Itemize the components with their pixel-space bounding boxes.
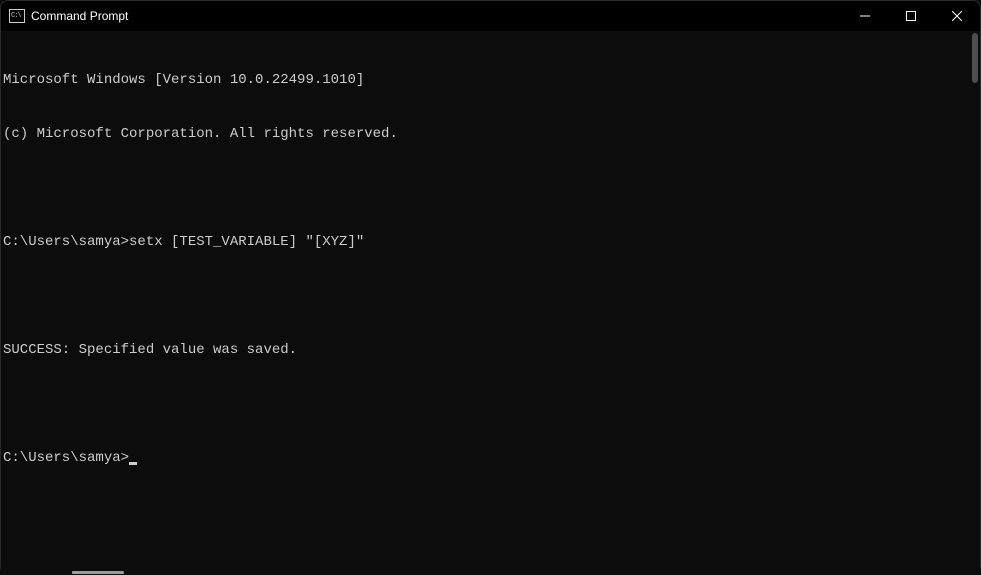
scrollbar[interactable] xyxy=(966,31,980,575)
terminal-line xyxy=(3,395,966,413)
window-title: Command Prompt xyxy=(31,9,128,23)
cmd-icon: C:\ xyxy=(9,9,25,23)
terminal-area: Microsoft Windows [Version 10.0.22499.10… xyxy=(1,31,980,575)
terminal-prompt-line: C:\Users\samya> xyxy=(3,449,966,467)
terminal-line: Microsoft Windows [Version 10.0.22499.10… xyxy=(3,71,966,89)
scrollbar-thumb[interactable] xyxy=(972,33,978,83)
terminal-line: C:\Users\samya>setx [TEST_VARIABLE] "[XY… xyxy=(3,233,966,251)
window-controls xyxy=(842,1,980,31)
terminal-line: (c) Microsoft Corporation. All rights re… xyxy=(3,125,966,143)
terminal-content[interactable]: Microsoft Windows [Version 10.0.22499.10… xyxy=(1,31,966,575)
terminal-line: SUCCESS: Specified value was saved. xyxy=(3,341,966,359)
close-icon xyxy=(952,11,962,21)
close-button[interactable] xyxy=(934,1,980,31)
minimize-icon xyxy=(860,11,870,21)
cmd-icon-text: C:\ xyxy=(11,13,21,20)
maximize-button[interactable] xyxy=(888,1,934,31)
terminal-cursor xyxy=(129,462,137,465)
maximize-icon xyxy=(906,11,916,21)
terminal-line xyxy=(3,287,966,305)
terminal-prompt: C:\Users\samya> xyxy=(3,450,129,466)
titlebar-left: C:\ Command Prompt xyxy=(9,9,128,23)
terminal-line xyxy=(3,179,966,197)
minimize-button[interactable] xyxy=(842,1,888,31)
window-titlebar[interactable]: C:\ Command Prompt xyxy=(1,1,980,31)
